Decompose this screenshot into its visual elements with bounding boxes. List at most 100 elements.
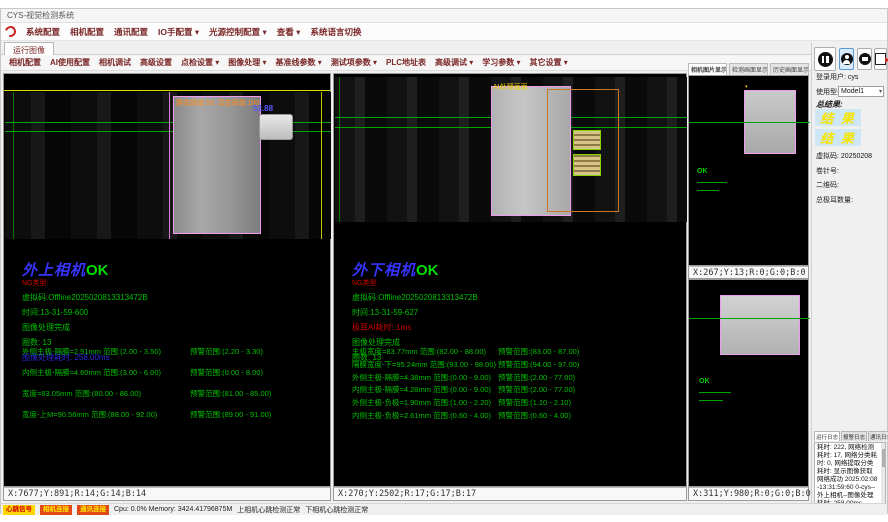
pixel-coords-lower: X:270;Y:2502;R:17;G:17;B:17 bbox=[333, 487, 687, 501]
log-tabs: 运行日志 报警日志 通讯日志 bbox=[814, 431, 886, 441]
measurement-warn-range: 预警范围:(94.00 - 97.00) bbox=[498, 359, 579, 370]
tool-baseline-params[interactable]: 基准线参数 ▾ bbox=[276, 57, 322, 68]
measurement-value: 内侧主极-隔膜=4.28mm 范围:(0.00 - 9.00) bbox=[352, 385, 491, 394]
status-ok: OK bbox=[416, 262, 439, 279]
measurement-warn-range: 预警范围:(1.10 - 2.10) bbox=[498, 397, 571, 408]
camera-view-upper[interactable]: 静态阈值:93, 动态阈值:100 52.88 外上相机OK NG类型: 虚拟码… bbox=[3, 73, 331, 487]
menu-view[interactable]: 查看 ▾ bbox=[277, 26, 301, 38]
virtual-code-line: 虚拟码:Offline2025020813313472B bbox=[352, 292, 652, 303]
gripper-blob bbox=[259, 114, 293, 140]
measurement-warn-range: 预警范围:(81.00 - 85.00) bbox=[190, 388, 271, 399]
camera-image-lower: AI处理画面 bbox=[335, 77, 687, 222]
tool-image-processing[interactable]: 图像处理 ▾ bbox=[228, 57, 266, 68]
baseline-yellow-line bbox=[4, 90, 330, 91]
tool-camera-debug[interactable]: 相机调试 bbox=[99, 57, 131, 68]
monitor-button[interactable] bbox=[857, 48, 872, 70]
tool-advanced-settings[interactable]: 高级设置 bbox=[140, 57, 172, 68]
tool-learning-params[interactable]: 学习参数 ▾ bbox=[482, 57, 520, 68]
menu-system-config[interactable]: 系统配置 bbox=[26, 26, 60, 38]
tool-ai-usage-config[interactable]: AI使用配置 bbox=[50, 57, 90, 68]
monitor-icon bbox=[859, 53, 871, 65]
measurement-list-lower: 主极宽度=83.77mm 范围:(82.00 - 88.00) 预警范围:(83… bbox=[352, 346, 697, 423]
measurement-value: 主极宽度=83.77mm 范围:(82.00 - 88.00) bbox=[352, 347, 486, 356]
menu-light-config[interactable]: 光源控制配置 ▾ bbox=[209, 26, 267, 38]
tool-test-params[interactable]: 测试项参数 ▾ bbox=[331, 57, 377, 68]
log-tab-alarm[interactable]: 报警日志 bbox=[841, 431, 867, 441]
menu-io-config[interactable]: IO手配置 ▾ bbox=[158, 26, 199, 38]
needle-number-label: 卷针号: bbox=[816, 166, 839, 176]
pixel-coords-upper: X:7677;Y:891;R:14;G:14;B:14 bbox=[3, 487, 331, 501]
measurement-warn-range: 预警范围:(2.00 - 77.00) bbox=[498, 384, 575, 395]
tool-plc-address-table[interactable]: PLC地址表 bbox=[386, 57, 426, 68]
right-view-tabs: 相机图片显示 检测画面显示 历史画面显示 bbox=[688, 63, 809, 75]
measurement-row: 宽度=83.05mm 范围:(80.00 - 86.00) 预警范围:(81.0… bbox=[22, 388, 327, 409]
mini-green-line bbox=[689, 318, 810, 319]
app-window: CYS-视觉检测系统 系统配置 相机配置 通讯配置 IO手配置 ▾ 光源控制配置… bbox=[0, 8, 888, 514]
menu-language-switch[interactable]: 系统语言切换 bbox=[310, 26, 361, 38]
rtab-detect-frame[interactable]: 检测画面显示 bbox=[729, 63, 768, 75]
camera-name: 外上相机 bbox=[22, 262, 86, 279]
user-button[interactable] bbox=[839, 48, 854, 70]
exit-icon bbox=[875, 53, 886, 65]
login-user-row: 登录用户: cys bbox=[816, 72, 858, 82]
tool-spot-check[interactable]: 点检设置 ▾ bbox=[181, 57, 219, 68]
result-badge-upper: 结 果 bbox=[815, 109, 861, 126]
measurement-value: 外侧主极-隔膜=2.91mm 范围:(2.00 - 3.50) bbox=[22, 347, 161, 356]
log-text: 耗时: 222, 网络检测耗时: 17, 网络分类耗时: 0, 网络提取分类耗时… bbox=[817, 444, 877, 504]
menu-camera-config[interactable]: 相机配置 bbox=[70, 26, 104, 38]
tool-advanced-debug[interactable]: 高级调试 ▾ bbox=[435, 57, 473, 68]
user-icon bbox=[841, 53, 853, 65]
virtual-code-label: 虚拟码: bbox=[816, 153, 839, 160]
time-line: 时间:13-31-59-600 bbox=[22, 307, 322, 318]
measurement-value: 宽度-上M=90.56mm 范围:(88.00 - 92.00) bbox=[22, 410, 157, 419]
preview-view-top[interactable]: ▾ OK bbox=[688, 75, 809, 266]
pause-button[interactable] bbox=[814, 47, 836, 71]
rtab-camera-image[interactable]: 相机图片显示 bbox=[688, 63, 727, 75]
log-tab-run[interactable]: 运行日志 bbox=[814, 431, 840, 441]
menu-comm-config[interactable]: 通讯配置 bbox=[114, 26, 148, 38]
login-user-label: 登录用户: bbox=[816, 74, 846, 81]
log-output[interactable]: 耗时: 222, 网络检测耗时: 17, 网络分类耗时: 0, 网络提取分类耗时… bbox=[814, 442, 886, 504]
ai-roi-rect bbox=[547, 89, 619, 212]
sidebar: 登录用户: cys 使用型号: Model1 ▾ 总结果: 结 果 结 果 虚拟… bbox=[811, 43, 887, 513]
measurement-row: 内侧主极-负极=2.61mm 范围:(0.60 - 4.00) 预警范围:(0.… bbox=[352, 410, 697, 423]
window-titlebar: CYS-视觉检测系统 bbox=[1, 9, 887, 23]
measurement-list-upper: 外侧主极-隔膜=2.91mm 范围:(2.00 - 3.50) 预警范围:(2.… bbox=[22, 346, 327, 430]
log-tab-comm[interactable]: 通讯日志 bbox=[868, 431, 888, 441]
preview-view-bottom[interactable]: OK bbox=[688, 279, 809, 487]
pixel-coords-top-preview: X:267;Y:13;R:0;G:0;B:0 bbox=[688, 266, 809, 279]
qr-code-label: 二维码: bbox=[816, 180, 839, 190]
mini-green-line bbox=[697, 182, 727, 183]
tab-bar: 运行图像 bbox=[1, 41, 811, 55]
measurement-row: 内侧主极-隔膜=4.28mm 范围:(0.00 - 9.00) 预警范围:(2.… bbox=[352, 384, 697, 397]
tool-camera-config[interactable]: 相机配置 bbox=[9, 57, 41, 68]
camera-view-lower[interactable]: AI处理画面 外下相机OK NG类型: 虚拟码:Offline202502081… bbox=[333, 73, 687, 487]
measurement-warn-range: 预警范围:(2.20 - 3.30) bbox=[190, 346, 263, 357]
ai-frame-label: AI处理画面 bbox=[493, 82, 528, 92]
mini-status-ok: OK bbox=[699, 378, 710, 385]
tab-electrode-blob bbox=[573, 130, 601, 150]
pixel-coords-bottom-preview: X:311;Y:980;R:0;G:0;B:0 bbox=[688, 487, 809, 501]
tool-other-settings[interactable]: 其它设置 ▾ bbox=[530, 57, 568, 68]
tab-run-image[interactable]: 运行图像 bbox=[4, 42, 54, 55]
camera-link-badge: 相机连接 bbox=[40, 505, 72, 515]
process-done-line: 图像处理完成 bbox=[22, 322, 322, 333]
threshold-overlay-label: 静态阈值:93, 动态阈值:100 bbox=[176, 98, 259, 108]
tab-count-label: 总极耳数量: bbox=[816, 195, 853, 205]
roi-pink-line bbox=[169, 92, 170, 239]
mini-status-ok: OK bbox=[697, 168, 708, 175]
measurement-value: 宽度=83.05mm 范围:(80.00 - 86.00) bbox=[22, 389, 141, 398]
camera-name: 外下相机 bbox=[352, 262, 416, 279]
exit-button[interactable] bbox=[874, 48, 887, 70]
battery-roll-region bbox=[173, 96, 261, 234]
measurement-row: 外侧主极-隔膜=4.38mm 范围:(0.00 - 9.00) 预警范围:(2.… bbox=[352, 372, 697, 385]
chevron-down-icon: ▾ bbox=[879, 88, 882, 95]
virtual-code-line: 虚拟码:Offline2025020813313472B bbox=[22, 292, 322, 303]
log-scrollbar[interactable] bbox=[881, 443, 885, 503]
virtual-code-value: 20250208 bbox=[841, 153, 872, 160]
model-select[interactable]: Model1 ▾ bbox=[838, 86, 884, 97]
rtab-history-frame[interactable]: 历史画面显示 bbox=[770, 63, 809, 75]
measurement-row: 外侧主极-隔膜=2.91mm 范围:(2.00 - 3.50) 预警范围:(2.… bbox=[22, 346, 327, 367]
ai-cost-line: 极耳AI耗时: 1ms bbox=[352, 322, 652, 333]
window-title: CYS-视觉检测系统 bbox=[7, 11, 74, 20]
